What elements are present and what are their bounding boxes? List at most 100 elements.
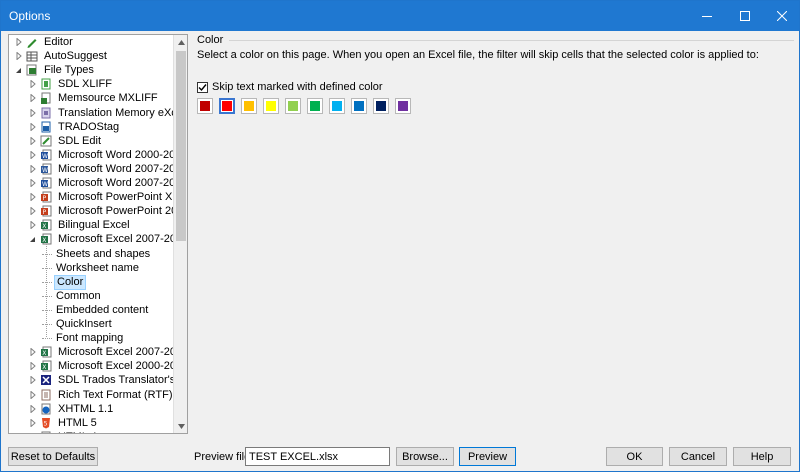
tree-item-label: Font mapping bbox=[56, 331, 124, 344]
expand-arrow-icon[interactable] bbox=[14, 35, 23, 49]
tree-item[interactable]: X Microsoft Excel 2000-2003 bbox=[28, 359, 187, 373]
group-divider bbox=[229, 40, 794, 41]
skip-color-label: Skip text marked with defined color bbox=[212, 81, 383, 93]
minimize-icon bbox=[702, 16, 712, 17]
color-swatch[interactable] bbox=[351, 98, 367, 114]
color-swatch[interactable] bbox=[329, 98, 345, 114]
expand-arrow-icon[interactable] bbox=[28, 120, 37, 134]
swatch-fill bbox=[376, 101, 386, 111]
expand-arrow-icon[interactable] bbox=[28, 190, 37, 204]
expand-arrow-icon[interactable] bbox=[28, 91, 37, 105]
tmx-icon bbox=[40, 107, 52, 119]
tree-item[interactable]: W Microsoft Word 2007-2013 bbox=[28, 176, 187, 190]
skip-color-checkbox[interactable] bbox=[197, 81, 208, 93]
expand-arrow-icon[interactable] bbox=[28, 218, 37, 232]
color-swatch[interactable] bbox=[241, 98, 257, 114]
tree-item[interactable]: SDL Edit bbox=[28, 134, 103, 148]
expand-arrow-icon[interactable] bbox=[28, 106, 37, 120]
tree-item[interactable]: SDL XLIFF bbox=[28, 77, 114, 91]
tree-item[interactable]: Worksheet name bbox=[42, 261, 141, 275]
expand-arrow-icon[interactable] bbox=[28, 359, 37, 373]
tree-scrollbar[interactable] bbox=[173, 35, 187, 433]
title-bar[interactable]: Options bbox=[1, 1, 799, 31]
expand-arrow-icon[interactable] bbox=[28, 77, 37, 91]
tree-connector bbox=[42, 309, 52, 311]
options-tree[interactable]: Editor AutoSuggest File Types SDL XLIFF Mems… bbox=[8, 34, 188, 434]
preview-file-input[interactable] bbox=[245, 447, 390, 466]
color-swatch[interactable] bbox=[285, 98, 301, 114]
tree-item[interactable]: P Microsoft PowerPoint 2007-2 bbox=[28, 204, 187, 218]
tree-item[interactable]: Translation Memory eXchang bbox=[28, 106, 187, 120]
svg-text:W: W bbox=[42, 153, 48, 160]
svg-text:P: P bbox=[43, 209, 47, 216]
tree-item[interactable]: 5 HTML 5 bbox=[28, 416, 99, 430]
tree-item[interactable]: Common bbox=[42, 289, 103, 303]
tree-item[interactable]: X Bilingual Excel bbox=[28, 218, 132, 232]
tree-item-label: Worksheet name bbox=[56, 261, 139, 274]
powerpoint-icon: P bbox=[40, 191, 52, 203]
scroll-up-button[interactable] bbox=[174, 35, 187, 49]
color-swatch[interactable] bbox=[395, 98, 411, 114]
tree-item[interactable]: W Microsoft Word 2000-2003 bbox=[28, 148, 187, 162]
tree-connector-vertical bbox=[46, 244, 47, 337]
arrow-down-icon bbox=[177, 423, 185, 429]
tree-item[interactable]: Font mapping bbox=[42, 331, 125, 345]
tree-item[interactable]: Color bbox=[42, 274, 87, 290]
tree-item-label: AutoSuggest bbox=[44, 49, 107, 62]
tree-item[interactable]: X Microsoft Excel 2007-2013 bbox=[28, 232, 187, 246]
color-swatch[interactable] bbox=[197, 98, 213, 114]
expand-arrow-icon[interactable] bbox=[28, 373, 37, 387]
tree-item-label: TRADOStag bbox=[58, 120, 120, 133]
collapse-arrow-icon[interactable] bbox=[28, 232, 37, 246]
swatch-fill bbox=[354, 101, 364, 111]
tree-item-label: Bilingual Excel bbox=[58, 218, 130, 231]
skip-color-option[interactable]: Skip text marked with defined color bbox=[197, 81, 383, 93]
expand-arrow-icon[interactable] bbox=[28, 148, 37, 162]
expand-arrow-icon[interactable] bbox=[14, 49, 23, 63]
tree-connector bbox=[42, 253, 52, 255]
cancel-button[interactable]: Cancel bbox=[669, 447, 727, 466]
tree-item[interactable]: Embedded content bbox=[42, 303, 150, 317]
close-button[interactable] bbox=[759, 1, 800, 31]
expand-arrow-icon[interactable] bbox=[28, 134, 37, 148]
grid-icon bbox=[26, 50, 38, 62]
tree-item[interactable]: Rich Text Format (RTF) bbox=[28, 388, 175, 402]
tree-item[interactable]: P Microsoft PowerPoint XP-200 bbox=[28, 190, 187, 204]
word-icon: W bbox=[40, 149, 52, 161]
help-button[interactable]: Help bbox=[733, 447, 791, 466]
tree-item[interactable]: File Types bbox=[14, 63, 96, 77]
expand-arrow-icon[interactable] bbox=[28, 388, 37, 402]
tree-item[interactable]: Editor bbox=[14, 35, 75, 49]
expand-arrow-icon[interactable] bbox=[28, 204, 37, 218]
tree-item[interactable]: TRADOStag bbox=[28, 120, 121, 134]
color-swatch[interactable] bbox=[263, 98, 279, 114]
swatch-fill bbox=[222, 101, 232, 111]
color-swatch[interactable] bbox=[219, 98, 235, 114]
expand-arrow-icon[interactable] bbox=[28, 176, 37, 190]
reset-defaults-button[interactable]: Reset to Defaults bbox=[8, 447, 98, 466]
preview-button[interactable]: Preview bbox=[459, 447, 516, 466]
color-swatch[interactable] bbox=[307, 98, 323, 114]
tree-item[interactable]: AutoSuggest bbox=[14, 49, 109, 63]
expand-arrow-icon[interactable] bbox=[28, 402, 37, 416]
expand-arrow-icon[interactable] bbox=[28, 430, 37, 433]
scrollbar-thumb[interactable] bbox=[176, 51, 186, 241]
tree-item[interactable]: Memsource MXLIFF bbox=[28, 91, 160, 105]
tree-item[interactable]: HTML 4 bbox=[28, 430, 99, 433]
tree-item[interactable]: X Microsoft Excel 2007-2016 bbox=[28, 345, 187, 359]
tree-item[interactable]: QuickInsert bbox=[42, 317, 114, 331]
tree-item[interactable]: Sheets and shapes bbox=[42, 247, 152, 261]
browse-button[interactable]: Browse... bbox=[396, 447, 454, 466]
xliff-icon bbox=[40, 78, 52, 90]
tree-item[interactable]: XHTML 1.1 bbox=[28, 402, 115, 416]
tree-item[interactable]: W Microsoft Word 2007-2016 bbox=[28, 162, 187, 176]
scroll-down-button[interactable] bbox=[174, 419, 187, 433]
expand-arrow-icon[interactable] bbox=[28, 162, 37, 176]
tree-item[interactable]: SDL Trados Translator's Wor bbox=[28, 373, 187, 387]
collapse-arrow-icon[interactable] bbox=[14, 63, 23, 77]
expand-arrow-icon[interactable] bbox=[28, 416, 37, 430]
expand-arrow-icon[interactable] bbox=[28, 345, 37, 359]
ok-button[interactable]: OK bbox=[606, 447, 663, 466]
tree-item-label: Common bbox=[56, 289, 101, 302]
color-swatch[interactable] bbox=[373, 98, 389, 114]
